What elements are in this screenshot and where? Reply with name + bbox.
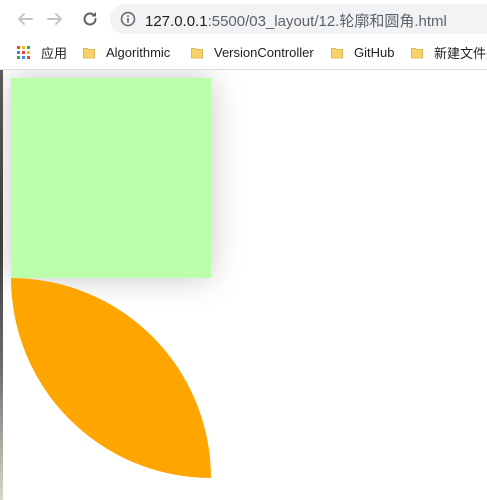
rounded-leaf-shape — [11, 278, 211, 478]
forward-button[interactable] — [43, 7, 67, 31]
bookmark-apps[interactable]: 应用 — [17, 37, 67, 68]
arrow-left-icon — [18, 13, 33, 25]
bookmark-label: VersionController — [214, 45, 314, 60]
window-edge — [0, 70, 3, 500]
reload-button[interactable] — [78, 7, 102, 31]
folder-icon — [411, 47, 423, 58]
back-button[interactable] — [13, 7, 37, 31]
bookmark-label: 新建文件夹 — [434, 46, 487, 61]
folder-icon — [191, 47, 203, 58]
bookmark-item[interactable]: GitHub — [331, 37, 394, 68]
browser-window: 127.0.0.1:5500/03_layout/12.轮廓和圆角.html 应… — [0, 0, 487, 500]
bookmarks-bar: 应用 Algorithmic VersionController GitHub … — [0, 37, 487, 68]
reload-icon — [83, 12, 97, 26]
arrow-right-icon — [47, 13, 62, 25]
apps-grid-icon — [17, 45, 31, 60]
bookmark-item[interactable]: 新建文件夹 — [411, 37, 487, 68]
bookmark-apps-label: 应用 — [41, 46, 68, 61]
folder-icon — [331, 47, 343, 58]
url-path: :5500/03_layout/12.轮廓和圆角.html — [207, 13, 447, 30]
bookmark-label: Algorithmic — [106, 45, 171, 60]
green-box — [11, 78, 211, 278]
address-bar[interactable]: 127.0.0.1:5500/03_layout/12.轮廓和圆角.html — [110, 4, 487, 34]
bookmark-item[interactable]: Algorithmic — [83, 37, 170, 68]
url-text[interactable]: 127.0.0.1:5500/03_layout/12.轮廓和圆角.html — [145, 10, 447, 31]
folder-icon — [83, 47, 95, 58]
browser-toolbar: 127.0.0.1:5500/03_layout/12.轮廓和圆角.html — [0, 0, 487, 37]
bookmark-label: GitHub — [354, 45, 395, 60]
page-content — [0, 70, 487, 500]
info-icon[interactable] — [120, 11, 136, 27]
bookmark-item[interactable]: VersionController — [191, 37, 314, 68]
url-host: 127.0.0.1 — [145, 13, 208, 30]
